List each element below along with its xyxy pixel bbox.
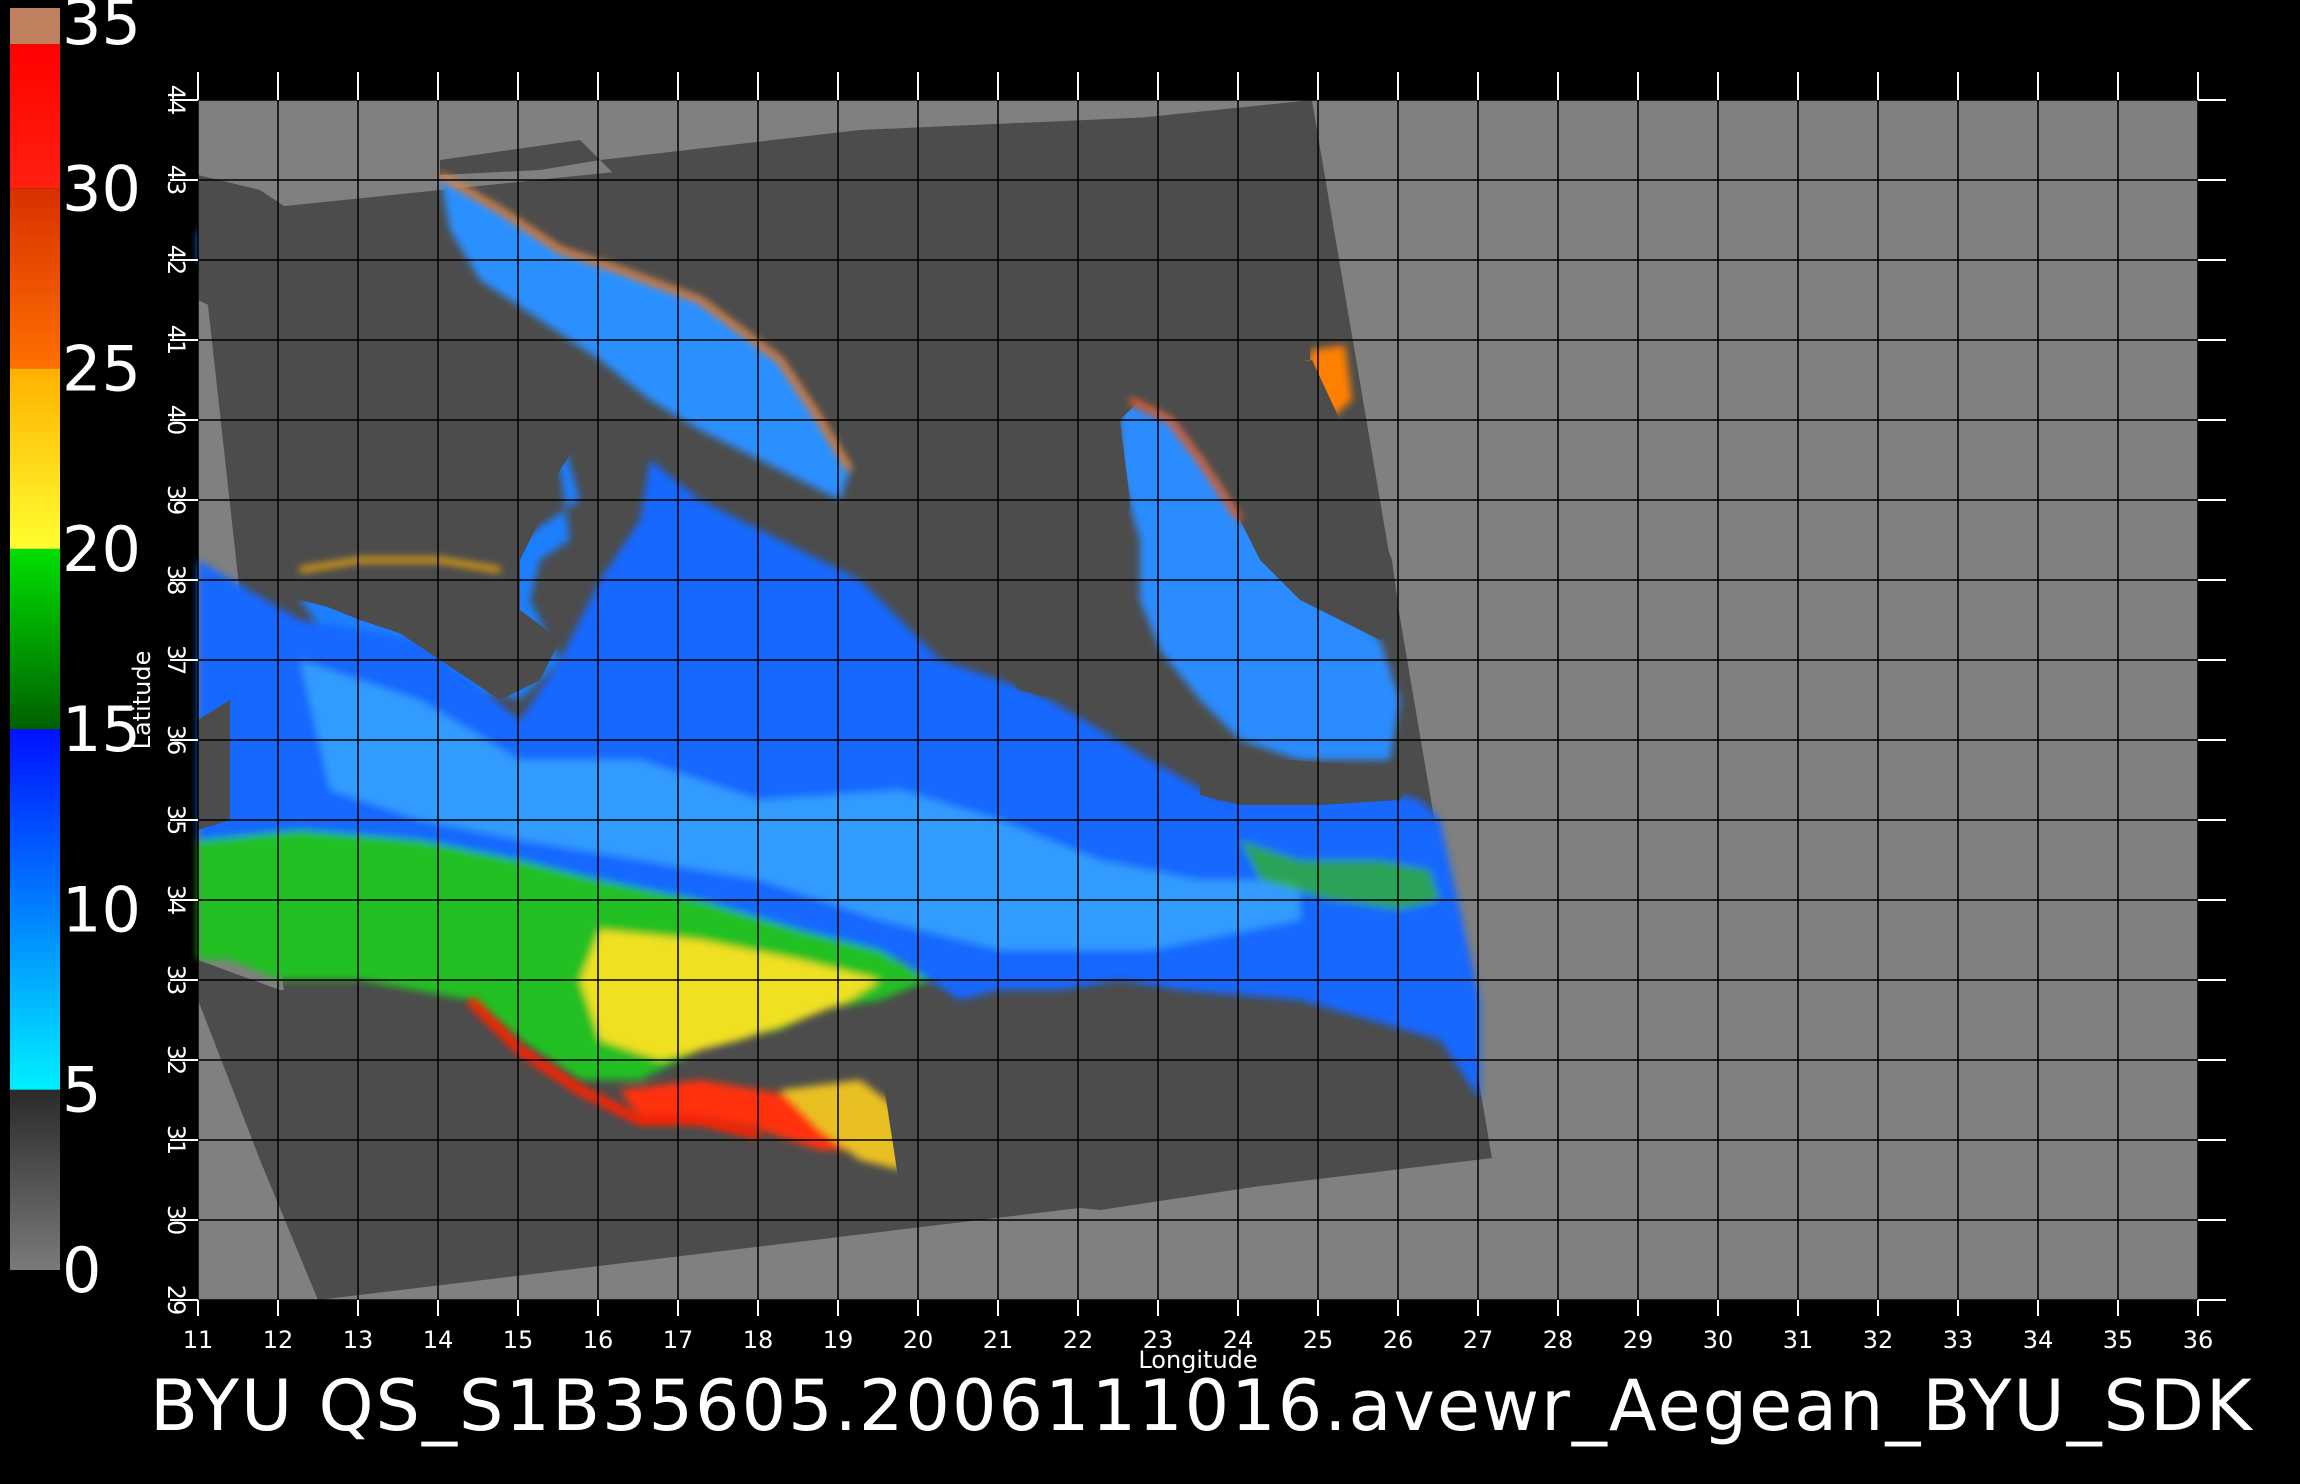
colorbar-label: 35 xyxy=(62,0,141,59)
x-tick-label: 30 xyxy=(1703,1326,1734,1354)
x-tick-label: 36 xyxy=(2183,1326,2214,1354)
colorbar-label: 5 xyxy=(62,1054,101,1127)
x-tick-label: 11 xyxy=(183,1326,214,1354)
y-tick-label: 36 xyxy=(162,725,190,756)
colorbar-label: 10 xyxy=(62,873,141,946)
footer-title: BYU QS_S1B35605.2006111016.avewr_Aegean_… xyxy=(150,1365,2254,1447)
y-tick-label: 31 xyxy=(162,1125,190,1156)
y-tick-label: 42 xyxy=(162,245,190,276)
wind-map-figure: 35 30 25 20 15 10 5 0 11 12 13 14 15 16 … xyxy=(0,0,2300,1480)
y-tick-label: 43 xyxy=(162,165,190,196)
colorbar-label: 25 xyxy=(62,333,141,406)
x-tick-label: 26 xyxy=(1383,1326,1414,1354)
colorbar-label: 0 xyxy=(62,1234,101,1307)
x-tick-label: 29 xyxy=(1623,1326,1654,1354)
y-tick-label: 37 xyxy=(162,645,190,676)
x-tick-label: 31 xyxy=(1783,1326,1814,1354)
colorbar-segment xyxy=(10,44,60,189)
y-tick-label: 29 xyxy=(162,1285,190,1316)
x-tick-label: 21 xyxy=(983,1326,1014,1354)
colorbar-segment xyxy=(10,548,60,730)
y-tick-label: 41 xyxy=(162,325,190,356)
x-tick-label: 14 xyxy=(423,1326,454,1354)
x-tick-label: 32 xyxy=(1863,1326,1894,1354)
x-tick-label: 12 xyxy=(263,1326,294,1354)
y-tick-label: 44 xyxy=(162,85,190,116)
x-tick-label: 16 xyxy=(583,1326,614,1354)
x-tick-label: 35 xyxy=(2103,1326,2134,1354)
y-tick-label: 32 xyxy=(162,1045,190,1076)
y-tick-label: 40 xyxy=(162,405,190,436)
x-tick-label: 19 xyxy=(823,1326,854,1354)
x-tick-label: 33 xyxy=(1943,1326,1974,1354)
latitude-tick-labels: 29 30 31 32 33 34 35 36 37 38 39 40 41 42 43 44 xyxy=(162,85,190,1316)
x-tick-label: 34 xyxy=(2023,1326,2054,1354)
x-tick-label: 22 xyxy=(1063,1326,1094,1354)
x-tick-label: 28 xyxy=(1543,1326,1574,1354)
land-tunisia xyxy=(198,700,230,830)
colorbar-label: 30 xyxy=(62,152,141,225)
x-tick-label: 20 xyxy=(903,1326,934,1354)
colorbar-segment xyxy=(10,8,60,45)
colorbar-segment xyxy=(10,368,60,549)
colorbar-segment xyxy=(10,1089,60,1270)
y-tick-label: 38 xyxy=(162,565,190,596)
latitude-axis-title: Latitude xyxy=(128,651,156,750)
figure-canvas: 35 30 25 20 15 10 5 0 11 12 13 14 15 16 17 18 1… xyxy=(10,0,2226,1374)
y-tick-label: 34 xyxy=(162,885,190,916)
y-tick-label: 39 xyxy=(162,485,190,516)
x-tick-label: 25 xyxy=(1303,1326,1334,1354)
colorbar-label: 20 xyxy=(62,513,141,586)
y-tick-label: 33 xyxy=(162,965,190,996)
y-tick-label: 35 xyxy=(162,805,190,836)
colorbar-segment xyxy=(10,729,60,1090)
colorbar xyxy=(10,8,60,1270)
colorbar-segment xyxy=(10,188,60,369)
x-tick-label: 18 xyxy=(743,1326,774,1354)
x-tick-label: 17 xyxy=(663,1326,694,1354)
x-tick-label: 13 xyxy=(343,1326,374,1354)
x-tick-label: 15 xyxy=(503,1326,534,1354)
y-tick-label: 30 xyxy=(162,1205,190,1236)
x-tick-label: 27 xyxy=(1463,1326,1494,1354)
map-plot-area xyxy=(198,100,2198,1300)
